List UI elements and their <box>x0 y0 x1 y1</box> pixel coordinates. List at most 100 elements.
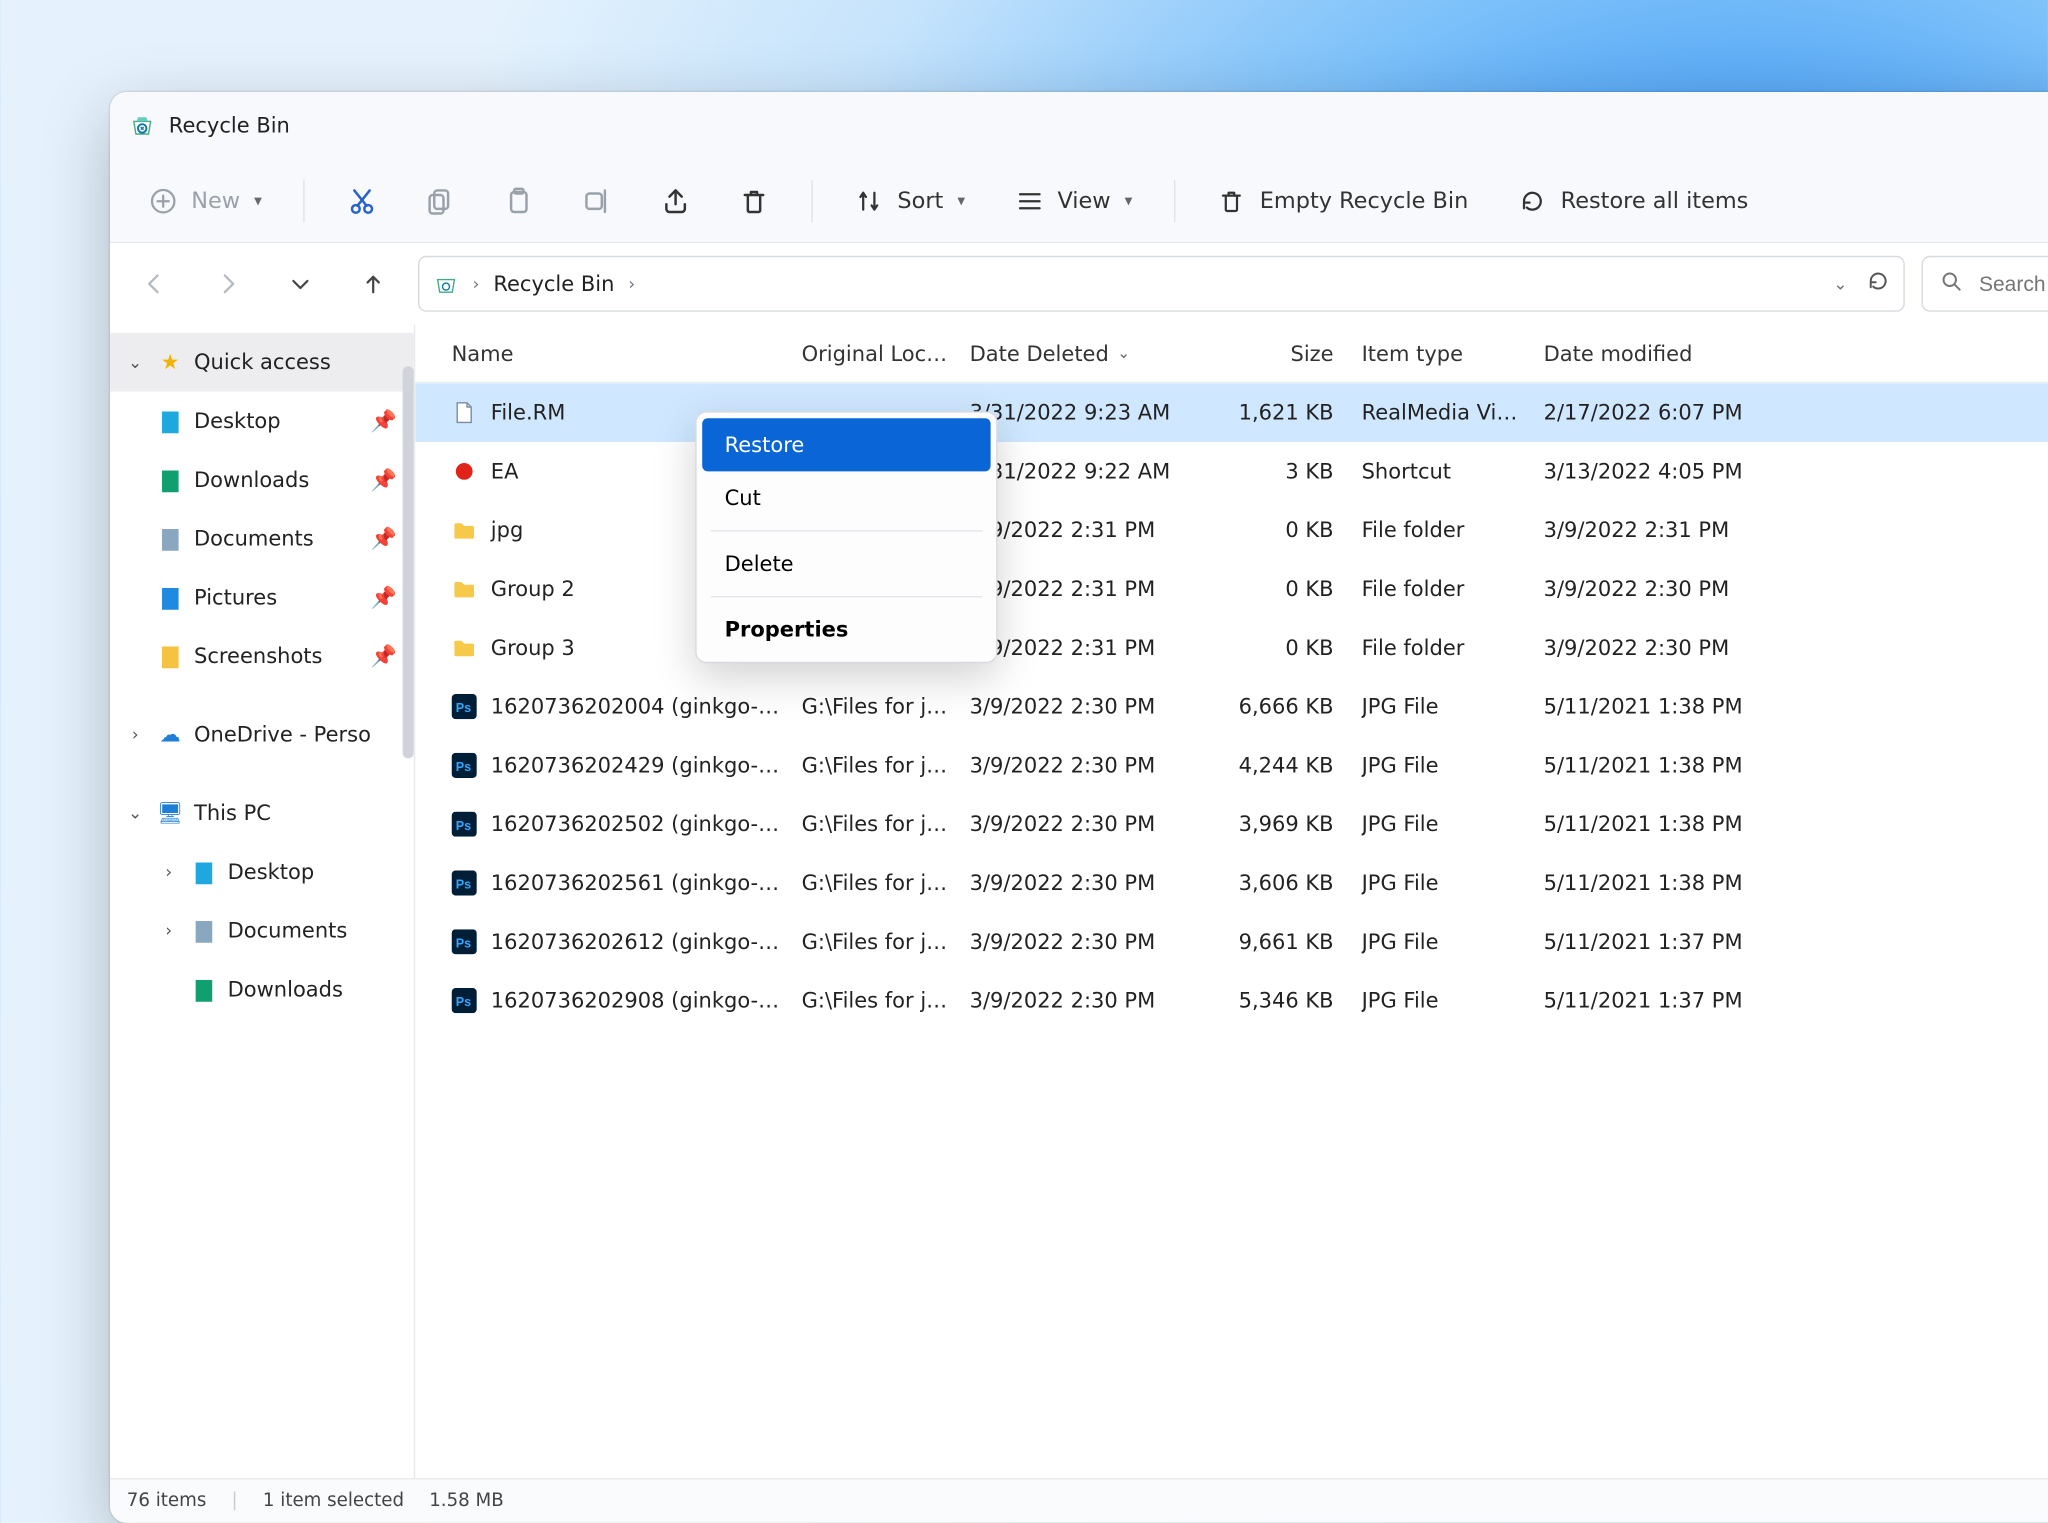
cell-size: 0 KB <box>1208 518 1362 543</box>
navbar: › Recycle Bin › ⌄ <box>110 243 2048 324</box>
table-row[interactable]: Group 3G:\Files for j…3/9/2022 2:31 PM0 … <box>415 618 2048 677</box>
refresh-button[interactable] <box>1867 270 1889 298</box>
cell-type: File folder <box>1362 635 1544 660</box>
table-row[interactable]: EA3/31/2022 9:22 AM3 KBShortcut3/13/2022… <box>415 442 2048 501</box>
recent-button[interactable] <box>272 256 328 312</box>
share-button[interactable] <box>652 177 700 225</box>
table-row[interactable]: jpg3/9/2022 2:31 PM0 KBFile folder3/9/20… <box>415 501 2048 560</box>
cell-modified: 3/9/2022 2:30 PM <box>1544 576 1782 601</box>
ctx-delete[interactable]: Delete <box>702 537 990 590</box>
sidebar-item-label: Downloads <box>194 467 309 492</box>
col-orig[interactable]: Original Loca… <box>802 341 970 366</box>
toolbar-separator <box>1174 180 1175 222</box>
cell-modified: 2/17/2022 6:07 PM <box>1544 400 1782 425</box>
col-type[interactable]: Item type <box>1362 341 1544 366</box>
sidebar-item-documents[interactable]: ▇Documents📌 <box>110 509 414 568</box>
table-row[interactable]: Ps1620736202908 (ginkgo-…G:\Files for j…… <box>415 971 2048 1030</box>
sidebar-item-downloads[interactable]: ▇Downloads📌 <box>110 450 414 509</box>
new-button[interactable]: New ▾ <box>141 178 270 223</box>
up-button[interactable] <box>345 256 401 312</box>
col-deleted[interactable]: Date Deleted⌄ <box>970 341 1208 366</box>
col-size[interactable]: Size <box>1208 341 1362 366</box>
monitor-icon: 🖥 <box>158 800 183 825</box>
cell-type: RealMedia Vi… <box>1362 400 1544 425</box>
table-row[interactable]: Group 23/9/2022 2:31 PM0 KBFile folder3/… <box>415 560 2048 619</box>
forward-button[interactable] <box>200 256 256 312</box>
cell-orig: G:\Files for j… <box>802 694 970 719</box>
file-name: EA <box>491 459 519 484</box>
cell-deleted: 3/9/2022 2:30 PM <box>970 753 1208 778</box>
address-dropdown[interactable]: ⌄ <box>1833 274 1847 294</box>
table-row[interactable]: Ps1620736202429 (ginkgo-…G:\Files for j…… <box>415 736 2048 795</box>
trash-icon <box>1218 187 1246 215</box>
ctx-properties[interactable]: Properties <box>702 603 990 656</box>
sidebar-item-label: Documents <box>194 526 314 551</box>
chevron-down-icon: ⌄ <box>124 803 146 823</box>
folder-icon: ▇ <box>158 585 183 610</box>
body: ⌄ ★ Quick access ▇Desktop📌 ▇Downloads📌 ▇… <box>110 324 2048 1478</box>
table-row[interactable]: Ps1620736202612 (ginkgo-…G:\Files for j…… <box>415 912 2048 971</box>
menu-separator <box>711 530 983 531</box>
table-row[interactable]: Ps1620736202004 (ginkgo-…G:\Files for j…… <box>415 677 2048 736</box>
photoshop-icon: Ps <box>452 694 477 719</box>
cell-deleted: 3/9/2022 2:31 PM <box>970 635 1208 660</box>
sidebar-item-label: Pictures <box>194 585 277 610</box>
cell-size: 4,244 KB <box>1208 753 1362 778</box>
col-modified[interactable]: Date modified <box>1544 341 1782 366</box>
sidebar-onedrive[interactable]: › ☁ OneDrive - Perso <box>110 705 414 764</box>
paste-button[interactable] <box>496 177 544 225</box>
cell-type: File folder <box>1362 576 1544 601</box>
sidebar-item-label: Desktop <box>228 859 315 884</box>
table-row[interactable]: File.RM3/31/2022 9:23 AM1,621 KBRealMedi… <box>415 383 2048 442</box>
cut-icon <box>347 185 378 216</box>
cell-modified: 5/11/2021 1:38 PM <box>1544 870 1782 895</box>
copy-button[interactable] <box>417 177 465 225</box>
sidebar-pc-documents[interactable]: ›▇Documents <box>110 901 414 960</box>
folder-icon: ▇ <box>158 644 183 669</box>
rename-button[interactable] <box>574 177 622 225</box>
sidebar-quick-access[interactable]: ⌄ ★ Quick access <box>110 333 414 392</box>
empty-recycle-bin-button[interactable]: Empty Recycle Bin <box>1209 178 1476 223</box>
sidebar-this-pc[interactable]: ⌄ 🖥 This PC <box>110 784 414 843</box>
breadcrumb[interactable]: Recycle Bin <box>493 271 614 296</box>
file-name: 1620736202561 (ginkgo-… <box>491 870 779 895</box>
titlebar: Recycle Bin <box>110 92 2048 159</box>
ctx-cut[interactable]: Cut <box>702 471 990 524</box>
cell-name: Ps1620736202561 (ginkgo-… <box>452 870 802 895</box>
sidebar-item-screenshots[interactable]: ▇Screenshots📌 <box>110 627 414 686</box>
context-menu: Restore Cut Delete Properties <box>695 411 997 663</box>
sidebar-item-label: Documents <box>228 918 348 943</box>
rename-icon <box>582 185 613 216</box>
sort-button[interactable]: Sort ▾ <box>847 178 973 223</box>
cell-modified: 3/13/2022 4:05 PM <box>1544 459 1782 484</box>
ctx-restore[interactable]: Restore <box>702 418 990 471</box>
sidebar-item-pictures[interactable]: ▇Pictures📌 <box>110 568 414 627</box>
svg-text:Ps: Ps <box>456 936 471 950</box>
table-row[interactable]: Ps1620736202502 (ginkgo-…G:\Files for j…… <box>415 795 2048 854</box>
folder-icon <box>452 576 477 601</box>
sidebar-pc-desktop[interactable]: ›▇Desktop <box>110 842 414 901</box>
col-name[interactable]: Name <box>452 341 802 366</box>
cut-button[interactable] <box>339 177 387 225</box>
view-button[interactable]: View ▾ <box>1007 178 1141 223</box>
share-icon <box>661 185 692 216</box>
sidebar-item-desktop[interactable]: ▇Desktop📌 <box>110 392 414 451</box>
cell-type: JPG File <box>1362 929 1544 954</box>
sidebar-pc-downloads[interactable]: ▇Downloads <box>110 960 414 1019</box>
cell-size: 0 KB <box>1208 576 1362 601</box>
back-button[interactable] <box>127 256 183 312</box>
sort-label: Sort <box>897 187 943 214</box>
status-item-count: 76 items <box>127 1491 207 1512</box>
search-input[interactable] <box>1979 272 2048 296</box>
sidebar-scrollbar[interactable] <box>403 366 414 758</box>
search-box[interactable] <box>1922 256 2048 312</box>
delete-button[interactable] <box>731 177 779 225</box>
cell-orig: G:\Files for j… <box>802 988 970 1013</box>
ea-icon <box>452 459 477 484</box>
menu-separator <box>711 596 983 597</box>
folder-icon: ▇ <box>191 977 216 1002</box>
address-bar[interactable]: › Recycle Bin › ⌄ <box>418 256 1905 312</box>
restore-all-button[interactable]: Restore all items <box>1510 178 1756 223</box>
cell-type: JPG File <box>1362 870 1544 895</box>
table-row[interactable]: Ps1620736202561 (ginkgo-…G:\Files for j…… <box>415 854 2048 913</box>
